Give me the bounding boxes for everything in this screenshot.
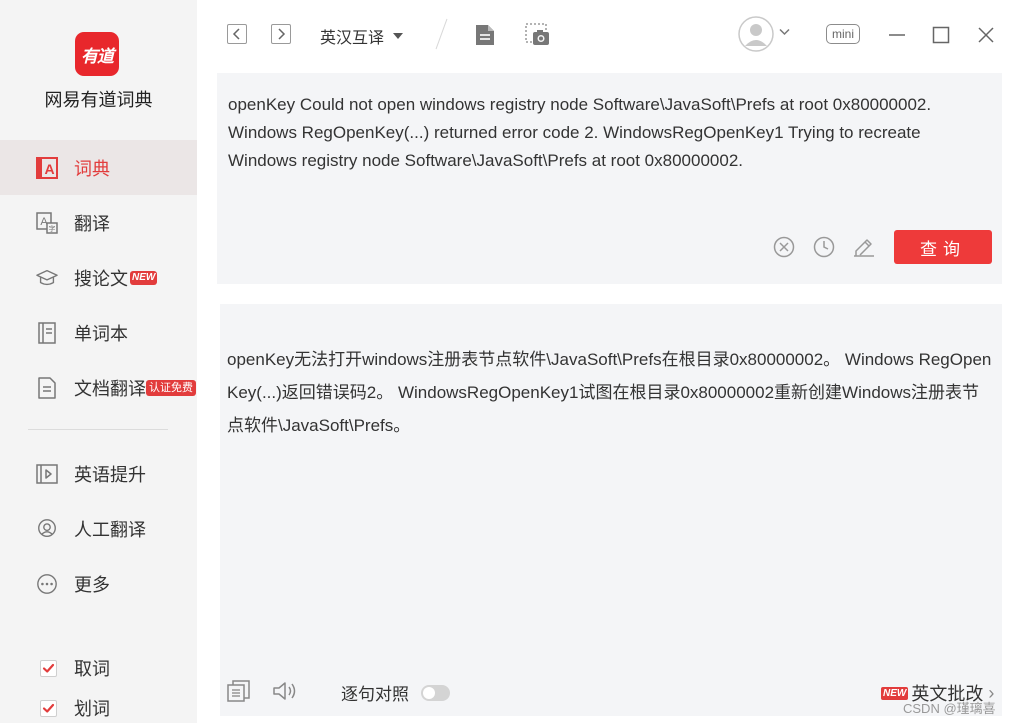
document-button[interactable]	[474, 23, 496, 47]
sidebar-item-label: 人工翻译	[74, 519, 146, 540]
sidebar-item-english-improve[interactable]: 英语提升	[0, 446, 197, 501]
forward-button[interactable]	[271, 24, 291, 44]
translation-result-text: openKey无法打开windows注册表节点软件\JavaSoft\Prefs…	[227, 350, 992, 435]
checkbox-label: 划词	[74, 699, 110, 719]
source-text-input[interactable]: openKey Could not open windows registry …	[228, 91, 993, 175]
pen-icon	[854, 239, 874, 257]
maximize-button[interactable]	[931, 25, 951, 45]
file-icon	[476, 25, 494, 45]
back-button[interactable]	[227, 24, 247, 44]
copy-button[interactable]	[227, 680, 251, 702]
sidebar-item-label: 单词本	[74, 323, 128, 344]
sidebar-item-label: 文档翻译	[74, 378, 146, 399]
checkbox-select-word[interactable]: 划词	[40, 695, 110, 721]
video-play-icon	[36, 463, 58, 485]
account-dropdown-button[interactable]	[778, 27, 790, 37]
document-icon	[36, 376, 58, 399]
screenshot-camera-icon	[525, 23, 549, 45]
checkbox[interactable]	[40, 699, 57, 717]
chevron-left-icon	[232, 28, 240, 40]
mini-mode-button[interactable]: mini	[826, 24, 860, 44]
sidebar-item-translate[interactable]: A字 翻译	[0, 195, 197, 250]
sidebar-item-label: 翻译	[74, 213, 110, 234]
clear-button[interactable]	[773, 236, 795, 258]
minimize-icon	[889, 34, 905, 36]
app-name: 网易有道词典	[44, 90, 153, 110]
language-select[interactable]: 英汉互译	[320, 24, 404, 48]
checkbox[interactable]	[40, 659, 57, 677]
close-icon	[978, 27, 994, 43]
dictionary-icon: A	[36, 156, 58, 179]
sidebar-item-dictionary[interactable]: A 词典	[0, 140, 197, 195]
sentence-align-label: 逐句对照	[341, 685, 409, 704]
svg-text:A: A	[44, 161, 54, 177]
speaker-button[interactable]	[272, 680, 298, 702]
speaker-icon	[273, 682, 296, 700]
language-select-value: 英汉互译	[320, 30, 385, 47]
maximize-icon	[932, 26, 950, 44]
more-icon	[36, 573, 58, 595]
close-button[interactable]	[976, 25, 996, 45]
copy-icon	[227, 680, 250, 702]
paper-cap-icon	[36, 267, 58, 289]
watermark: CSDN @瑾璃喜	[903, 701, 996, 716]
clock-icon	[813, 236, 835, 258]
chevron-right-icon	[278, 28, 286, 40]
sidebar-item-human-translate[interactable]: 人工翻译	[0, 501, 197, 556]
sidebar-item-more[interactable]: 更多	[0, 556, 197, 611]
sidebar: 有道 网易有道词典 A 词典 A字 翻译 搜论文 NEW 单词本 文档翻译 认证…	[0, 0, 197, 723]
logo-text: 有道	[81, 46, 114, 66]
free-badge: 认证免费	[146, 379, 196, 396]
wordbook-icon	[36, 321, 58, 344]
app-logo: 有道	[75, 32, 119, 76]
check-icon	[42, 663, 55, 673]
clear-circle-icon	[773, 236, 795, 258]
screenshot-translate-button[interactable]	[525, 23, 551, 47]
new-badge: NEW	[130, 270, 158, 285]
sidebar-item-wordbook[interactable]: 单词本	[0, 305, 197, 360]
sidebar-item-label: 词典	[74, 158, 110, 179]
human-translate-icon	[36, 518, 58, 540]
checkbox-capture-word[interactable]: 取词	[40, 655, 110, 681]
translation-result-panel: openKey无法打开windows注册表节点软件\JavaSoft\Prefs…	[220, 304, 1002, 716]
sidebar-item-papers[interactable]: 搜论文 NEW	[0, 250, 197, 305]
checkbox-label: 取词	[74, 659, 110, 679]
chevron-down-icon	[778, 28, 790, 36]
sidebar-divider	[28, 429, 168, 430]
toggle-switch[interactable]	[421, 684, 450, 701]
history-button[interactable]	[813, 236, 835, 258]
caret-down-icon	[393, 33, 404, 39]
minimize-button[interactable]	[887, 25, 907, 45]
query-button[interactable]: 查询	[894, 230, 992, 264]
user-avatar[interactable]	[737, 15, 775, 53]
toolbar-divider	[435, 18, 448, 50]
source-text-panel: openKey Could not open windows registry …	[217, 73, 1002, 284]
check-icon	[42, 703, 55, 713]
sidebar-item-document-translate[interactable]: 文档翻译 认证免费	[0, 360, 197, 415]
handwriting-button[interactable]	[853, 236, 875, 258]
sentence-align-toggle[interactable]: 逐句对照	[341, 680, 450, 705]
avatar-icon	[738, 16, 774, 52]
sidebar-item-label: 英语提升	[74, 464, 146, 485]
sidebar-item-label: 更多	[74, 574, 110, 595]
translate-icon: A字	[36, 211, 58, 234]
svg-text:字: 字	[49, 224, 56, 233]
sidebar-item-label: 搜论文	[74, 268, 128, 289]
